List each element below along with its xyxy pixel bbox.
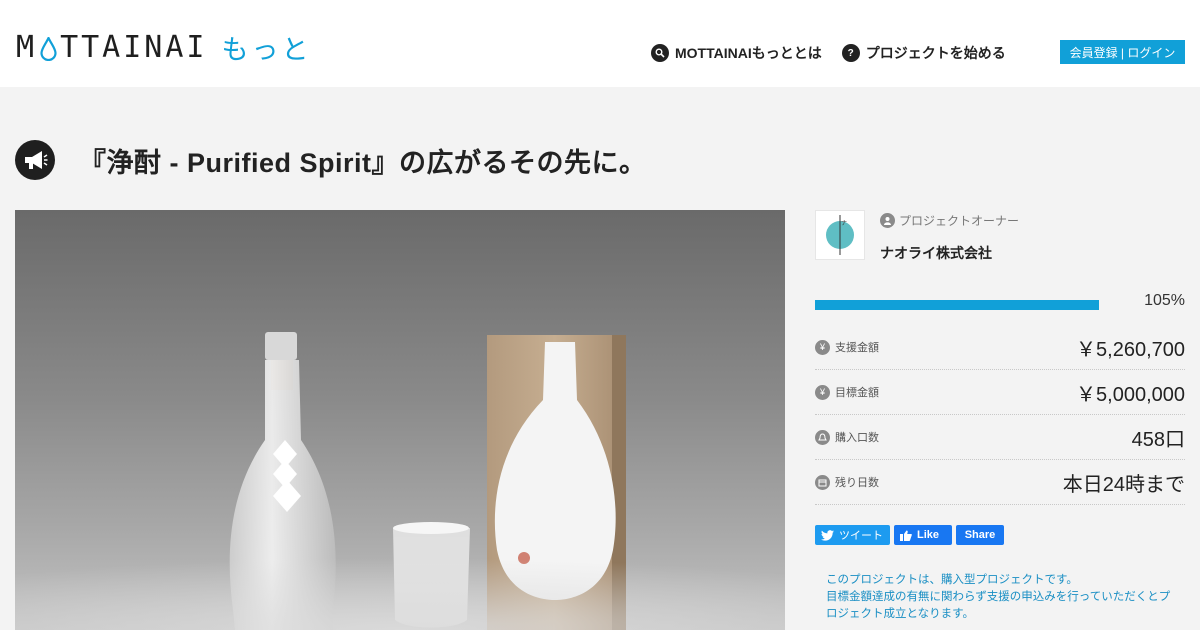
stat-days-left-label: 残り日数 bbox=[815, 474, 879, 490]
yen-icon: ¥ bbox=[815, 339, 830, 355]
stat-raised: ¥ 支援金額 ￥5,260,700 bbox=[815, 325, 1185, 370]
owner-avatar[interactable]: ナ bbox=[815, 210, 865, 260]
svg-text:ナ: ナ bbox=[841, 220, 847, 227]
owner-label-row: プロジェクトオーナー bbox=[880, 212, 1019, 229]
yen-icon: ¥ bbox=[815, 384, 830, 400]
share-buttons: ツイート Like Share bbox=[815, 525, 1004, 545]
megaphone-icon bbox=[15, 140, 55, 180]
stat-days-left: 残り日数 本日24時まで bbox=[815, 460, 1185, 505]
share-label: Share bbox=[964, 529, 996, 541]
question-icon: ? bbox=[841, 44, 860, 62]
note-line-1: このプロジェクトは、購入型プロジェクトです。 bbox=[826, 574, 1078, 586]
project-title-row: 『浄酎 - Purified Spirit』の広がるその先に。 bbox=[15, 140, 647, 180]
nav-about-label: MOTTAINAIもっととは bbox=[675, 45, 822, 61]
note-line-2: 目標金額達成の有無に関わらず支援の申込みを行っていただくとプロジェクト成立となり… bbox=[826, 591, 1171, 620]
nav-start-project-label: プロジェクトを始める bbox=[865, 45, 1006, 61]
login-button[interactable]: 会員登録 | ログイン bbox=[1060, 40, 1185, 64]
logo-wordmark: M TTAINAI bbox=[16, 30, 208, 65]
water-drop-icon bbox=[40, 36, 57, 61]
user-icon bbox=[880, 213, 895, 228]
owner-name[interactable]: ナオライ株式会社 bbox=[880, 243, 1019, 263]
like-label: Like bbox=[917, 529, 940, 541]
nav-about[interactable]: MOTTAINAIもっととは bbox=[651, 43, 822, 63]
stat-goal-value: ￥5,000,000 bbox=[1076, 383, 1185, 406]
stat-purchases-label: 購入口数 bbox=[815, 429, 879, 445]
nav-start-project[interactable]: ? プロジェクトを始める bbox=[841, 43, 1006, 63]
project-hero-image[interactable] bbox=[15, 210, 785, 630]
stat-goal: ¥ 目標金額 ￥5,000,000 bbox=[815, 370, 1185, 415]
twitter-bird-icon bbox=[821, 529, 834, 541]
project-type-note: このプロジェクトは、購入型プロジェクトです。 目標金額達成の有無に関わらず支援の… bbox=[826, 572, 1176, 623]
logo-text-m: M bbox=[16, 30, 38, 65]
owner-label-text: プロジェクトオーナー bbox=[899, 214, 1020, 228]
facebook-like-button[interactable]: Like bbox=[894, 525, 952, 545]
tweet-label: ツイート bbox=[839, 530, 883, 542]
stat-days-left-label-text: 残り日数 bbox=[835, 477, 879, 489]
logo-sub-text: もっと bbox=[221, 35, 312, 66]
stat-raised-label: ¥ 支援金額 bbox=[815, 339, 879, 355]
project-owner: ナ プロジェクトオーナー ナオライ株式会社 bbox=[815, 210, 1019, 263]
site-logo[interactable]: M TTAINAI もっと bbox=[16, 28, 312, 67]
page-title: 『浄酎 - Purified Spirit』の広がるその先に。 bbox=[79, 147, 647, 178]
main-nav: MOTTAINAIもっととは ? プロジェクトを始める bbox=[651, 43, 1006, 63]
calendar-icon bbox=[815, 474, 830, 490]
stat-purchases-label-text: 購入口数 bbox=[835, 432, 879, 444]
stat-goal-label: ¥ 目標金額 bbox=[815, 384, 879, 400]
stat-raised-label-text: 支援金額 bbox=[835, 342, 879, 354]
bell-icon bbox=[815, 429, 830, 445]
logo-text-rest: TTAINAI bbox=[60, 30, 208, 65]
funding-progress-bar bbox=[815, 300, 1099, 310]
stat-purchases: 購入口数 458口 bbox=[815, 415, 1185, 460]
stat-raised-value: ￥5,260,700 bbox=[1076, 338, 1185, 361]
funding-progress-percent: 105% bbox=[1144, 292, 1185, 309]
stat-goal-label-text: 目標金額 bbox=[835, 387, 879, 399]
stat-purchases-value: 458口 bbox=[1131, 428, 1185, 451]
thumbs-up-icon bbox=[900, 530, 912, 541]
site-header: M TTAINAI もっと MOTTAINAIもっととは ? プロジェクトを始め… bbox=[0, 0, 1200, 87]
owner-info: プロジェクトオーナー ナオライ株式会社 bbox=[880, 210, 1019, 263]
facebook-share-button[interactable]: Share bbox=[956, 525, 1004, 545]
project-stats: ¥ 支援金額 ￥5,260,700 ¥ 目標金額 ￥5,000,000 購入口数… bbox=[815, 325, 1185, 505]
product-photo bbox=[15, 332, 785, 630]
stat-days-left-value: 本日24時まで bbox=[1062, 473, 1185, 496]
search-icon bbox=[651, 44, 669, 62]
funding-progress-fill bbox=[815, 300, 1099, 310]
tweet-button[interactable]: ツイート bbox=[815, 525, 890, 545]
